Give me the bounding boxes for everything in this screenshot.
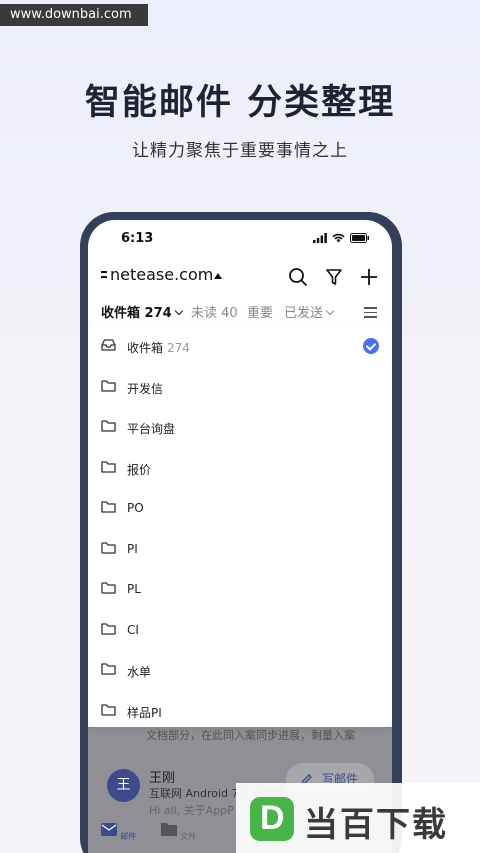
inbox-icon: [101, 339, 116, 351]
tab-unread[interactable]: 未读 40: [191, 302, 238, 321]
folder-item[interactable]: 水单: [88, 651, 392, 692]
nav-files[interactable]: 文件: [158, 822, 198, 842]
tab-inbox[interactable]: 收件箱 274: [101, 302, 183, 321]
status-time: 6:13: [121, 231, 154, 246]
selected-check-icon: [363, 338, 379, 354]
folder-item[interactable]: PO: [88, 489, 392, 530]
mail-preview: Hi all, 关于AppP: [149, 804, 234, 817]
mail-sender: 王刚: [149, 771, 176, 786]
mail-icon: [100, 823, 117, 836]
filter-icon[interactable]: [323, 266, 345, 288]
file-folder-icon: [160, 823, 177, 836]
folder-label: 水单: [127, 665, 152, 679]
folder-label: CI: [127, 622, 139, 637]
folder-icon: [101, 622, 116, 635]
folder-icon: [101, 501, 116, 513]
status-bar: 6:13: [88, 220, 392, 262]
tabs-menu-icon[interactable]: [364, 307, 377, 321]
phone-screen: 6:13 netease.com 收件箱 274 未读 40 重要 已发送 收件…: [88, 220, 392, 853]
folder-icon: [101, 379, 116, 392]
folder-icon: [101, 663, 116, 675]
site-watermark: www.downbai.com: [0, 4, 148, 26]
folder-icon: [101, 541, 116, 554]
folder-dropdown: 收件箱 274 开发信 平台询盘 报价 PO PI PL CI 水单 样品PI: [88, 327, 392, 727]
tab-sent[interactable]: 已发送: [284, 302, 335, 321]
folder-label: 平台询盘: [127, 422, 176, 436]
account-header: netease.com: [88, 262, 392, 294]
logo-text: 当百下载: [304, 805, 448, 845]
avatar: 王: [107, 769, 140, 802]
chevron-down-icon: [325, 306, 335, 316]
folder-item[interactable]: 样品PI: [88, 692, 392, 733]
account-menu-icon[interactable]: [101, 271, 107, 283]
account-caret-icon[interactable]: [214, 273, 222, 279]
tab-important[interactable]: 重要: [247, 302, 273, 321]
folder-icon: [101, 582, 116, 594]
folder-item[interactable]: PI: [88, 530, 392, 571]
battery-icon: [350, 233, 369, 243]
mailbox-tabs: 收件箱 274 未读 40 重要 已发送: [88, 294, 392, 326]
folder-item[interactable]: CI: [88, 611, 392, 652]
folder-label: 样品PI: [127, 705, 162, 720]
folder-icon: [101, 460, 116, 473]
folder-item[interactable]: 报价: [88, 449, 392, 490]
wifi-icon: [332, 233, 345, 243]
folder-label: PL: [127, 582, 141, 596]
folder-label: 收件箱 274: [127, 341, 190, 355]
nav-mail[interactable]: 邮件: [98, 822, 138, 842]
folder-item[interactable]: 开发信: [88, 368, 392, 409]
status-icons: [313, 233, 370, 243]
promo-headline: 智能邮件 分类整理: [84, 83, 396, 123]
folder-label: 开发信: [127, 381, 164, 396]
folder-icon: [101, 703, 116, 716]
phone-frame: 6:13 netease.com 收件箱 274 未读 40 重要 已发送 收件…: [80, 212, 402, 853]
add-icon[interactable]: [358, 266, 380, 288]
promo-subline: 让精力聚焦于重要事情之上: [132, 141, 348, 161]
search-icon[interactable]: [287, 266, 309, 288]
folder-label: PI: [127, 541, 138, 556]
folder-label: PO: [127, 501, 144, 515]
folder-label: 报价: [127, 462, 152, 477]
folder-icon: [101, 420, 116, 432]
signal-icon: [313, 233, 327, 243]
folder-item[interactable]: 平台询盘: [88, 408, 392, 449]
logo-mark: D: [250, 797, 294, 841]
chevron-down-icon: [174, 306, 183, 316]
account-name[interactable]: netease.com: [110, 265, 213, 284]
folder-item-inbox[interactable]: 收件箱 274: [88, 327, 392, 368]
site-logo: D 当百下载: [236, 783, 480, 853]
folder-item[interactable]: PL: [88, 570, 392, 611]
